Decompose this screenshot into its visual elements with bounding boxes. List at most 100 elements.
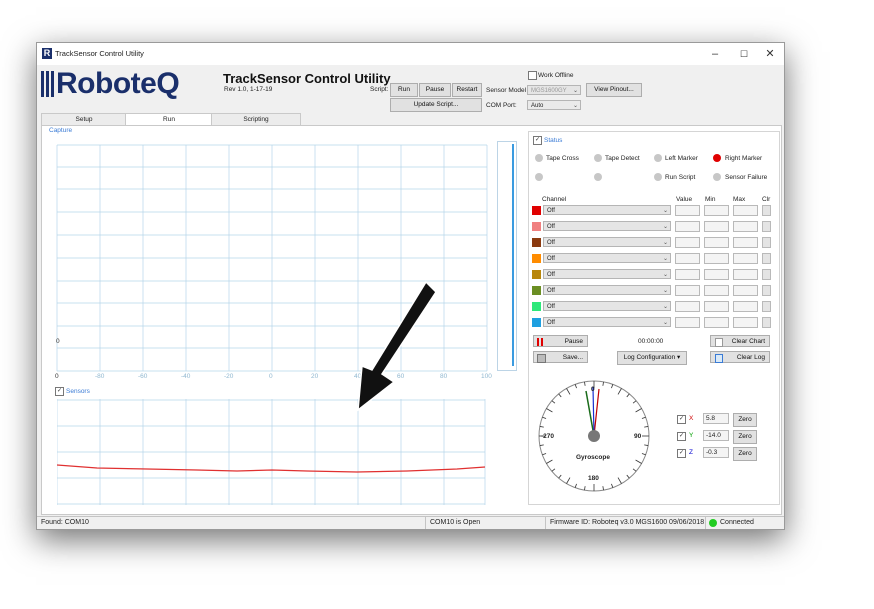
chevron-down-icon: ⌄ xyxy=(662,240,668,246)
pause-log-button[interactable]: Pause xyxy=(533,335,588,347)
channel-clear-button[interactable] xyxy=(762,237,771,248)
channel-max-box xyxy=(733,301,758,312)
channel-clear-button[interactable] xyxy=(762,269,771,280)
channel-header: Channel xyxy=(542,196,567,203)
channel-select[interactable]: Off ⌄ xyxy=(543,221,671,231)
clear-chart-button[interactable]: Clear Chart xyxy=(710,335,770,347)
channel-value-box xyxy=(675,221,700,232)
gyro-dial-top: 0 xyxy=(591,386,595,393)
left-marker-indicator xyxy=(654,154,662,162)
com-port-select[interactable]: Auto ⌄ xyxy=(527,100,581,110)
sensor-model-select[interactable]: MGS1600GY ⌄ xyxy=(527,85,581,95)
channel-value-box xyxy=(675,253,700,264)
script-run-button[interactable]: Run xyxy=(390,83,418,97)
channel-min-box xyxy=(704,269,729,280)
channel-clear-button[interactable] xyxy=(762,301,771,312)
channel-select-value: Off xyxy=(547,304,555,310)
status-indicator-6 xyxy=(594,173,602,181)
gyro-axis-checkbox[interactable]: ✓ xyxy=(677,432,686,441)
status-checkbox[interactable]: ✓ xyxy=(533,136,542,145)
found-status: Found: COM10 xyxy=(41,519,89,526)
sensor-failure-label: Sensor Failure xyxy=(725,174,768,181)
capture-tick-6: 20 xyxy=(311,373,319,380)
channel-clear-button[interactable] xyxy=(762,221,771,232)
gyro-axis-checkbox[interactable]: ✓ xyxy=(677,415,686,424)
channel-select[interactable]: Off ⌄ xyxy=(543,285,671,295)
gyro-axis-checkbox[interactable]: ✓ xyxy=(677,449,686,458)
pause-log-label: Pause xyxy=(564,338,583,345)
script-restart-button[interactable]: Restart xyxy=(452,83,482,97)
channel-select[interactable]: Off ⌄ xyxy=(543,237,671,247)
channel-color-swatch xyxy=(532,254,541,263)
gyro-zero-button[interactable]: Zero xyxy=(733,413,757,427)
gyro-zero-button[interactable]: Zero xyxy=(733,447,757,461)
save-icon xyxy=(537,354,546,363)
connection-status: Connected xyxy=(705,517,784,529)
capture-tick-2: -60 xyxy=(138,373,148,380)
channel-select[interactable]: Off ⌄ xyxy=(543,205,671,215)
channel-min-box xyxy=(704,221,729,232)
work-offline-checkbox[interactable] xyxy=(528,71,537,80)
gyroscope-dial: 0 -270 90 180 Gyroscope xyxy=(537,379,651,493)
pause-icon xyxy=(537,338,543,346)
log-timer: 00:00:00 xyxy=(638,338,664,345)
gyro-dial-right: 90 xyxy=(634,433,642,440)
channel-clear-button[interactable] xyxy=(762,253,771,264)
minimize-button[interactable]: – xyxy=(705,47,725,61)
gyro-axis-name: X xyxy=(689,415,694,422)
capture-tick-0: 0 xyxy=(55,373,59,380)
gyro-axis-name: Y xyxy=(689,432,694,439)
right-marker-label: Right Marker xyxy=(725,155,763,162)
log-configuration-button[interactable]: Log Configuration ▾ xyxy=(617,351,687,365)
connected-label: Connected xyxy=(720,519,754,526)
clear-log-button[interactable]: Clear Log xyxy=(710,351,770,363)
gyro-axis-value: -0.3 xyxy=(703,447,729,458)
channel-select[interactable]: Off ⌄ xyxy=(543,301,671,311)
annotation-arrow xyxy=(357,280,437,412)
script-pause-button[interactable]: Pause xyxy=(419,83,451,97)
channel-select-value: Off xyxy=(547,240,555,246)
channel-select[interactable]: Off ⌄ xyxy=(543,317,671,327)
chevron-down-icon: ⌄ xyxy=(662,272,668,278)
chevron-down-icon: ⌄ xyxy=(662,256,668,262)
status-label: Status xyxy=(544,137,563,144)
maximize-button[interactable]: ☐ xyxy=(734,47,754,61)
channel-select-value: Off xyxy=(547,288,555,294)
gyro-zero-button[interactable]: Zero xyxy=(733,430,757,444)
sensors-checkbox[interactable]: ✓ xyxy=(55,387,64,396)
channel-clear-button[interactable] xyxy=(762,285,771,296)
run-script-label: Run Script xyxy=(665,174,696,181)
logo-text: RoboteQ xyxy=(56,67,180,100)
channel-color-swatch xyxy=(532,238,541,247)
channel-clear-button[interactable] xyxy=(762,317,771,328)
update-script-button[interactable]: Update Script... xyxy=(390,98,482,112)
channel-max-box xyxy=(733,285,758,296)
gyro-axis-name: Z xyxy=(689,449,693,456)
capture-tick-5: 0 xyxy=(269,373,273,380)
channel-select[interactable]: Off ⌄ xyxy=(543,253,671,263)
save-log-button[interactable]: Save... xyxy=(533,351,588,363)
right-marker-indicator xyxy=(713,154,721,162)
chevron-down-icon: ⌄ xyxy=(662,288,668,294)
channel-value-box xyxy=(675,301,700,312)
level-bar xyxy=(497,141,517,371)
min-header: Min xyxy=(705,196,716,203)
channel-min-box xyxy=(704,237,729,248)
channel-min-box xyxy=(704,301,729,312)
channel-color-swatch xyxy=(532,286,541,295)
tape-cross-indicator xyxy=(535,154,543,162)
chevron-down-icon: ⌄ xyxy=(662,224,668,230)
channel-clear-button[interactable] xyxy=(762,205,771,216)
channel-color-swatch xyxy=(532,302,541,311)
channel-select-value: Off xyxy=(547,272,555,278)
gyro-dial-left: -270 xyxy=(541,433,555,440)
run-script-indicator xyxy=(654,173,662,181)
channel-color-swatch xyxy=(532,222,541,231)
firmware-status: Firmware ID: Roboteq v3.0 MGS1600 09/06/… xyxy=(545,517,705,529)
close-button[interactable]: ✕ xyxy=(760,47,780,61)
roboteq-logo: RoboteQ xyxy=(41,67,217,101)
com-status: COM10 is Open xyxy=(425,517,545,529)
channel-select[interactable]: Off ⌄ xyxy=(543,269,671,279)
channel-select-value: Off xyxy=(547,256,555,262)
view-pinout-button[interactable]: View Pinout... xyxy=(586,83,642,97)
